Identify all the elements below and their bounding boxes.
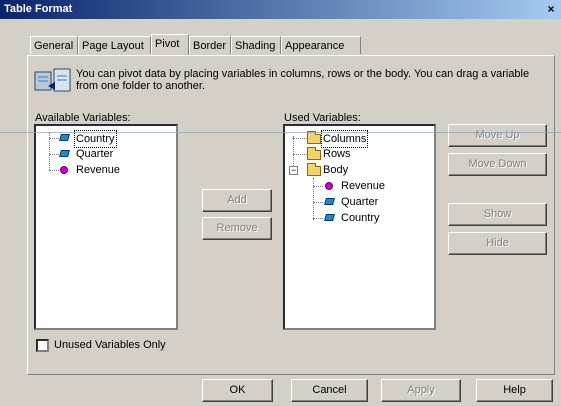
tab-appearance[interactable]: Appearance <box>281 36 361 54</box>
table-format-dialog: Table Format × General Page Layout Pivot… <box>0 0 561 406</box>
move-down-button[interactable]: Move Down <box>448 153 547 176</box>
unused-variables-only-label[interactable]: Unused Variables Only <box>54 339 166 351</box>
tab-border[interactable]: Border <box>189 36 231 54</box>
tree-line <box>293 154 307 155</box>
scale-variable-icon <box>59 134 70 141</box>
tree-line <box>49 170 59 171</box>
add-button[interactable]: Add <box>202 189 272 212</box>
pivot-info-icon <box>34 68 71 92</box>
measure-variable-icon <box>60 166 68 174</box>
title-bar[interactable]: Table Format × <box>0 0 561 19</box>
tree-line <box>49 154 59 155</box>
scale-variable-icon <box>324 198 335 205</box>
scale-variable-icon <box>324 214 335 221</box>
help-button[interactable]: Help <box>476 379 553 402</box>
collapse-body-icon[interactable]: − <box>289 166 298 175</box>
folder-icon <box>307 131 321 144</box>
unused-variables-only-checkbox[interactable] <box>36 339 49 352</box>
tree-line <box>313 202 323 203</box>
apply-button[interactable]: Apply <box>381 379 461 402</box>
close-icon[interactable]: × <box>544 2 558 16</box>
tab-shading[interactable]: Shading <box>231 36 281 54</box>
window-title: Table Format <box>4 3 73 15</box>
hide-button[interactable]: Hide <box>448 232 547 255</box>
available-variables-label: Available Variables: <box>35 112 131 124</box>
tree-line <box>313 178 314 220</box>
used-variables-label: Used Variables: <box>284 112 361 124</box>
tree-line <box>293 138 307 139</box>
tree-line <box>313 218 323 219</box>
tab-page-layout[interactable]: Page Layout <box>78 36 151 54</box>
scale-variable-icon <box>59 150 70 157</box>
cancel-button[interactable]: Cancel <box>291 379 368 402</box>
pivot-instructions: You can pivot data by placing variables … <box>76 68 530 92</box>
show-button[interactable]: Show <box>448 203 547 226</box>
tree-line <box>313 186 323 187</box>
tab-general[interactable]: General <box>30 36 78 54</box>
used-variables-tree[interactable]: − Columns Rows Body Revenue Quarter Coun… <box>283 124 436 330</box>
available-variables-list[interactable]: Country Quarter Revenue <box>34 124 178 330</box>
remove-button[interactable]: Remove <box>202 217 272 240</box>
open-folder-icon <box>307 163 321 176</box>
move-up-button[interactable]: Move Up <box>448 124 547 147</box>
folder-icon <box>307 147 321 160</box>
measure-variable-icon <box>325 182 333 190</box>
ok-button[interactable]: OK <box>202 379 273 402</box>
tree-line <box>49 138 59 139</box>
horizontal-guide-line <box>0 132 561 133</box>
tab-pivot[interactable]: Pivot <box>151 34 189 55</box>
